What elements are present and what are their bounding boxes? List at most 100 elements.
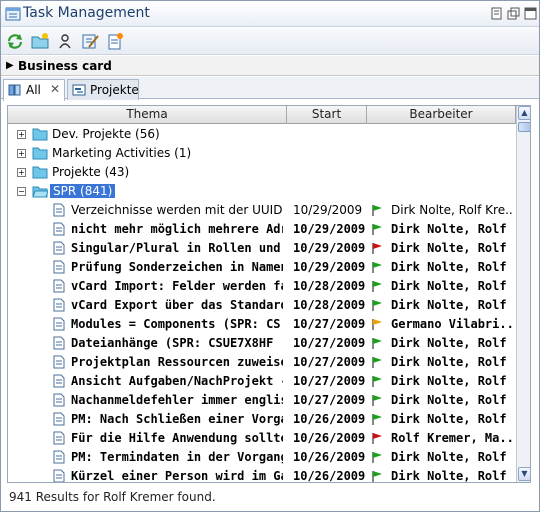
task-start-date: 10/29/2009 — [293, 241, 366, 255]
toolbar — [1, 28, 539, 55]
red-flag-icon — [372, 433, 382, 444]
task-row[interactable]: vCard Import: Felder werden fals 10/28/20… — [8, 277, 516, 296]
task-document-icon — [53, 336, 65, 350]
task-table: Thema Start Bearbeiter + Dev. Projekte (5… — [7, 105, 531, 483]
task-document-icon — [53, 469, 65, 482]
task-row[interactable]: PM: Nach Schließen einer Vorgan 10/26/200… — [8, 410, 516, 429]
business-card-section[interactable]: ▶ Business card — [1, 56, 539, 76]
task-start-date: 10/28/2009 — [293, 298, 366, 312]
task-thema: vCard Export über das Standard M — [71, 298, 283, 312]
group-row[interactable]: + Projekte (43) — [8, 163, 516, 182]
task-owner: Dirk Nolte, Rolf ... — [391, 260, 513, 274]
tab-projekte[interactable]: Projekte — [67, 79, 139, 100]
group-label[interactable]: Projekte (43) — [52, 165, 129, 179]
folder-icon — [32, 147, 48, 160]
task-row[interactable]: Prüfung Sonderzeichen in Namen 10/29/2009… — [8, 258, 516, 277]
project-icon — [72, 84, 86, 96]
task-document-icon — [53, 279, 65, 293]
green-flag-icon — [372, 300, 382, 311]
group-label[interactable]: Marketing Activities (1) — [52, 146, 191, 160]
new-folder-icon[interactable] — [30, 32, 50, 50]
task-row[interactable]: Nachanmeldefehler immer englis 10/27/2009… — [8, 391, 516, 410]
close-tab-icon[interactable]: ✕ — [50, 82, 60, 96]
task-owner: Dirk Nolte, Rolf Kre... — [391, 203, 513, 217]
task-owner: Dirk Nolte, Rolf ... — [391, 393, 513, 407]
task-thema: Nachanmeldefehler immer englis — [71, 393, 283, 407]
green-flag-icon — [372, 471, 382, 482]
task-thema: Kürzel einer Person wird im Gant — [71, 469, 283, 483]
task-row[interactable]: Ansicht Aufgaben/NachProjekt - F 10/27/20… — [8, 372, 516, 391]
maximize-icon[interactable] — [524, 7, 537, 20]
task-thema: Ansicht Aufgaben/NachProjekt - F — [71, 374, 283, 388]
group-label[interactable]: Dev. Projekte (56) — [52, 127, 160, 141]
task-row[interactable]: Projektplan Ressourcen zuweisen 10/27/200… — [8, 353, 516, 372]
task-owner: Dirk Nolte, Rolf ... — [391, 279, 513, 293]
task-start-date: 10/26/2009 — [293, 469, 366, 483]
task-row[interactable]: Dateianhänge (SPR: CSUE7X8HF 10/27/2009 Di… — [8, 334, 516, 353]
column-header-bearbeiter[interactable]: Bearbeiter — [367, 106, 516, 124]
person-icon[interactable] — [55, 32, 75, 50]
task-document-icon — [53, 317, 65, 331]
task-owner: Dirk Nolte, Rolf ... — [391, 241, 513, 255]
scroll-up-icon[interactable]: ▲ — [518, 106, 530, 120]
task-owner: Dirk Nolte, Rolf ... — [391, 450, 513, 464]
task-owner: Dirk Nolte, Rolf ... — [391, 222, 513, 236]
green-flag-icon — [372, 357, 382, 368]
column-header-thema[interactable]: Thema — [8, 106, 287, 124]
scroll-down-icon[interactable]: ▼ — [518, 467, 530, 481]
task-thema: Projektplan Ressourcen zuweisen — [71, 355, 283, 369]
task-row[interactable]: Für die Hilfe Anwendung sollte m 10/26/20… — [8, 429, 516, 448]
tab-all[interactable]: All ✕ — [3, 79, 65, 101]
task-row[interactable]: Kürzel einer Person wird im Gant 10/26/20… — [8, 467, 516, 483]
orange-flag-icon — [372, 319, 382, 330]
vertical-scrollbar[interactable]: ▲ ▼ — [516, 106, 530, 482]
task-row[interactable]: PM: Termindaten in der Vorgangs 10/26/200… — [8, 448, 516, 467]
refresh-icon[interactable] — [5, 32, 25, 50]
task-owner: Rolf Kremer, Ma... — [391, 431, 513, 445]
table-body: + Dev. Projekte (56) + Marketing Activities… — [8, 125, 516, 483]
task-thema: Singular/Plural in Rollen und Rel — [71, 241, 283, 255]
green-flag-icon — [372, 395, 382, 406]
task-row[interactable]: Singular/Plural in Rollen und Rel 10/29/2… — [8, 239, 516, 258]
task-row[interactable]: nicht mehr möglich mehrere Adre 10/29/200… — [8, 220, 516, 239]
green-flag-icon — [372, 338, 382, 349]
business-card-label: Business card — [18, 59, 112, 73]
task-start-date: 10/27/2009 — [293, 336, 366, 350]
expand-icon[interactable]: + — [17, 168, 26, 177]
window-title: Task Management — [23, 5, 150, 21]
group-row[interactable]: + Marketing Activities (1) — [8, 144, 516, 163]
task-start-date: 10/29/2009 — [293, 222, 366, 236]
task-start-date: 10/27/2009 — [293, 374, 366, 388]
group-row[interactable]: − SPR (841) — [8, 182, 516, 201]
document-icon[interactable] — [490, 7, 503, 20]
restore-icon[interactable] — [507, 7, 520, 20]
task-document-icon — [53, 241, 65, 255]
task-document-icon — [53, 298, 65, 312]
task-thema: nicht mehr möglich mehrere Adre — [71, 222, 283, 236]
task-owner: Germano Vilabri... — [391, 317, 513, 331]
group-label[interactable]: SPR (841) — [50, 184, 116, 198]
green-flag-icon — [372, 376, 382, 387]
column-header-start[interactable]: Start — [287, 106, 367, 124]
collapse-icon[interactable]: − — [17, 187, 26, 196]
scroll-thumb[interactable] — [518, 122, 530, 132]
status-bar: 941 Results for Rolf Kremer found. — [1, 487, 539, 511]
task-document-icon — [53, 431, 65, 445]
task-owner: Dirk Nolte, Rolf ... — [391, 355, 513, 369]
task-start-date: 10/29/2009 — [293, 203, 363, 217]
red-flag-icon — [372, 243, 382, 254]
task-row[interactable]: Modules = Components (SPR: CS 10/27/2009 G… — [8, 315, 516, 334]
task-thema: Für die Hilfe Anwendung sollte m — [71, 431, 283, 445]
task-thema: Modules = Components (SPR: CS — [71, 317, 281, 331]
task-row[interactable]: vCard Export über das Standard M 10/28/20… — [8, 296, 516, 315]
expand-icon[interactable]: + — [17, 130, 26, 139]
table-header: Thema Start Bearbeiter — [8, 106, 516, 124]
group-row[interactable]: + Dev. Projekte (56) — [8, 125, 516, 144]
collapse-arrow-icon[interactable]: ▶ — [6, 60, 14, 71]
task-row[interactable]: Verzeichnisse werden mit der UUID an 10/2… — [8, 201, 516, 220]
green-flag-icon — [372, 414, 382, 425]
green-flag-icon — [372, 224, 382, 235]
edit-task-icon[interactable] — [80, 32, 100, 50]
new-task-icon[interactable] — [105, 32, 125, 50]
expand-icon[interactable]: + — [17, 149, 26, 158]
